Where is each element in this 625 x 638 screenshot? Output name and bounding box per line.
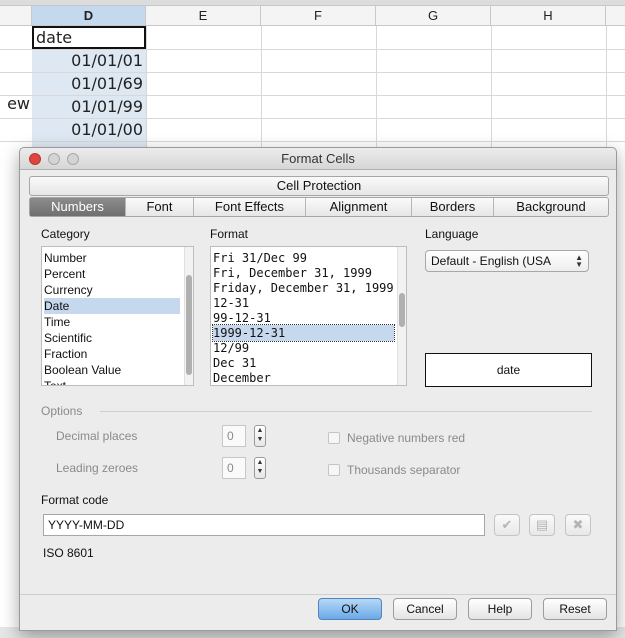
- cell-d3[interactable]: 01/01/69: [32, 72, 146, 95]
- format-label: Format: [210, 227, 249, 241]
- list-item[interactable]: 12/99: [213, 340, 394, 356]
- cell-d4[interactable]: 01/01/99: [32, 95, 146, 118]
- comment-icon[interactable]: ▤: [529, 514, 555, 536]
- list-item[interactable]: Currency: [44, 282, 180, 298]
- minimize-icon[interactable]: [48, 153, 60, 165]
- decimal-places-stepper[interactable]: ▲ ▼: [254, 425, 266, 447]
- tab-font[interactable]: Font: [126, 198, 194, 216]
- column-header-i[interactable]: [606, 6, 625, 26]
- list-item[interactable]: Number: [44, 250, 180, 266]
- language-select[interactable]: Default - English (USA ▲ ▼: [425, 250, 589, 272]
- tab-row-top: Cell Protection: [29, 176, 609, 196]
- checkmark-icon[interactable]: ✔: [494, 514, 520, 536]
- negative-red-label: Negative numbers red: [347, 431, 466, 445]
- reset-button[interactable]: Reset: [543, 598, 607, 620]
- list-item[interactable]: Friday, December 31, 1999: [213, 280, 394, 296]
- column-header-e[interactable]: E: [146, 6, 261, 26]
- grid-line: [491, 26, 492, 156]
- format-code-label: Format code: [41, 493, 109, 507]
- column-header-d[interactable]: D: [32, 6, 146, 26]
- options-label: Options: [41, 404, 83, 418]
- list-item[interactable]: 99-12-31: [213, 310, 394, 326]
- list-item[interactable]: Scientific: [44, 330, 180, 346]
- column-header-c[interactable]: [0, 6, 32, 26]
- cell-d5[interactable]: 01/01/00: [32, 118, 146, 141]
- format-comment: ISO 8601: [43, 546, 94, 560]
- cell-d2[interactable]: 01/01/01: [32, 49, 146, 72]
- leading-zeroes-field[interactable]: 0: [222, 457, 246, 479]
- grid-line: [261, 26, 262, 156]
- format-preview: date: [425, 353, 592, 387]
- list-item[interactable]: Boolean Value: [44, 362, 180, 378]
- category-scrollbar[interactable]: [184, 247, 193, 385]
- tab-borders[interactable]: Borders: [412, 198, 494, 216]
- list-item[interactable]: 12-31: [213, 295, 394, 311]
- scroll-thumb[interactable]: [186, 275, 192, 375]
- leading-zeroes-label: Leading zeroes: [56, 461, 139, 475]
- help-button[interactable]: Help: [468, 598, 532, 620]
- dialog-title: Format Cells: [281, 151, 355, 166]
- grid-line: [606, 26, 607, 156]
- dialog-titlebar[interactable]: Format Cells: [20, 148, 616, 170]
- list-item[interactable]: Fraction: [44, 346, 180, 362]
- delete-icon[interactable]: ✖: [565, 514, 591, 536]
- column-header-h[interactable]: H: [491, 6, 606, 26]
- thousands-separator-label: Thousands separator: [347, 463, 461, 477]
- grid-line: [376, 26, 377, 156]
- cell-d1[interactable]: date: [32, 26, 146, 49]
- list-item[interactable]: Fri, December 31, 1999: [213, 265, 394, 281]
- grid-line: [146, 26, 147, 156]
- format-code-input[interactable]: YYYY-MM-DD: [43, 514, 485, 536]
- column-header-g[interactable]: G: [376, 6, 491, 26]
- tab-numbers[interactable]: Numbers: [30, 198, 126, 216]
- list-item[interactable]: Percent: [44, 266, 180, 282]
- tab-alignment[interactable]: Alignment: [306, 198, 412, 216]
- language-label: Language: [425, 227, 479, 241]
- scroll-thumb[interactable]: [399, 293, 405, 327]
- zoom-icon[interactable]: [67, 153, 79, 165]
- list-item-selected[interactable]: Date: [44, 298, 180, 314]
- column-header-f[interactable]: F: [261, 6, 376, 26]
- tab-row-bottom: Numbers Font Font Effects Alignment Bord…: [29, 197, 609, 217]
- list-item[interactable]: December: [213, 370, 394, 385]
- format-list[interactable]: Fri 31/Dec 99 Fri, December 31, 1999 Fri…: [210, 246, 407, 386]
- cell-c4-partial[interactable]: ew: [0, 92, 30, 115]
- options-separator: [100, 411, 592, 412]
- language-value: Default - English (USA: [431, 254, 552, 268]
- category-label: Category: [41, 227, 90, 241]
- list-item-selected[interactable]: 1999-12-31: [212, 324, 395, 342]
- list-item[interactable]: Fri 31/Dec 99: [213, 250, 394, 266]
- grid-line: [0, 141, 625, 142]
- negative-red-checkbox[interactable]: [328, 432, 340, 444]
- tab-font-effects[interactable]: Font Effects: [194, 198, 306, 216]
- decimal-places-label: Decimal places: [56, 429, 138, 443]
- close-icon[interactable]: [29, 153, 41, 165]
- list-item[interactable]: Text: [44, 378, 180, 385]
- cancel-button[interactable]: Cancel: [393, 598, 457, 620]
- list-item[interactable]: Dec 31: [213, 355, 394, 371]
- updown-arrows-icon: ▲ ▼: [575, 253, 583, 269]
- tab-cell-protection[interactable]: Cell Protection: [30, 177, 608, 195]
- ok-button[interactable]: OK: [318, 598, 382, 620]
- category-list[interactable]: Number Percent Currency Date Time Scient…: [41, 246, 194, 386]
- leading-zeroes-stepper[interactable]: ▲ ▼: [254, 457, 266, 479]
- list-item[interactable]: Time: [44, 314, 180, 330]
- thousands-separator-checkbox[interactable]: [328, 464, 340, 476]
- format-scrollbar[interactable]: [397, 247, 406, 385]
- format-cells-dialog: Format Cells Cell Protection Numbers Fon…: [19, 147, 617, 631]
- preview-text: date: [496, 363, 521, 377]
- decimal-places-field[interactable]: 0: [222, 425, 246, 447]
- tab-background[interactable]: Background: [494, 198, 608, 216]
